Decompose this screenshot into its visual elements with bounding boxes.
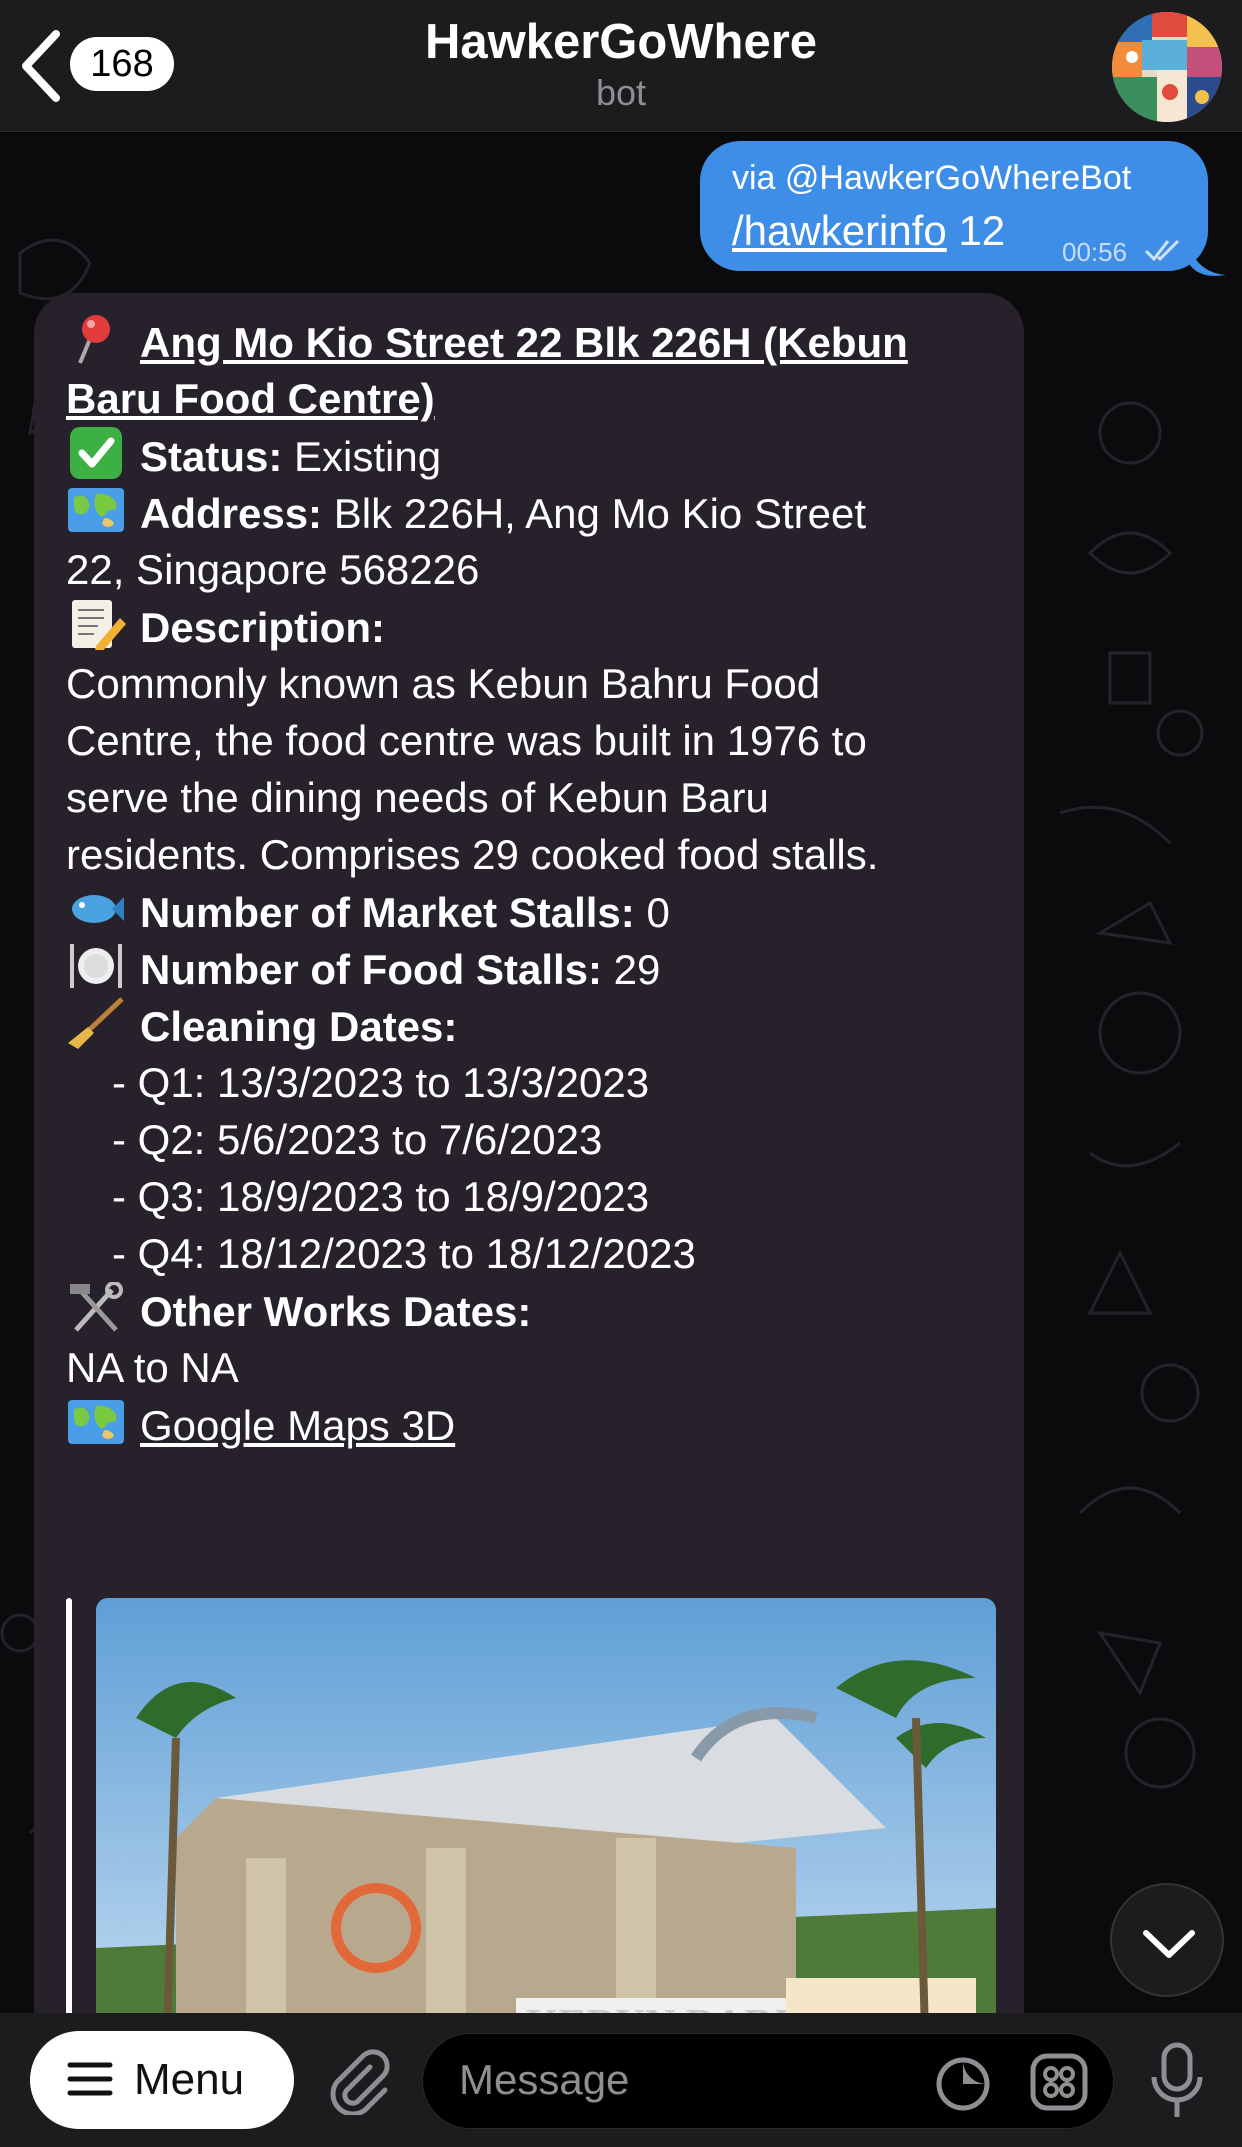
- status-label: Status:: [140, 433, 283, 480]
- cleaning-heading: Cleaning Dates:: [66, 997, 457, 1055]
- paperclip-icon[interactable]: [326, 2049, 392, 2115]
- menu-label: Menu: [134, 2055, 245, 2104]
- other-works-heading: Other Works Dates:: [66, 1282, 531, 1340]
- description-heading: Description:: [66, 598, 385, 656]
- chat-header: 168 HawkerGoWhere bot: [0, 0, 1242, 132]
- sticker-icon[interactable]: [933, 2054, 993, 2114]
- cleaning-date: - Q4: 18/12/2023 to 18/12/2023: [112, 1230, 696, 1277]
- description-line: residents. Comprises 29 cooked food stal…: [66, 831, 879, 878]
- memo-icon: [72, 600, 126, 650]
- description-line: Commonly known as Kebun Bahru Food: [66, 660, 821, 707]
- food-stalls-line: Number of Food Stalls: 29: [66, 940, 660, 998]
- hamburger-menu-icon: [67, 2062, 113, 2096]
- world-map-icon: [68, 488, 124, 532]
- cleaning-date: - Q3: 18/9/2023 to 18/9/2023: [112, 1173, 650, 1220]
- bot-menu-button[interactable]: Menu: [30, 2031, 294, 2129]
- hawker-title-link-2[interactable]: Baru Food Centre): [66, 375, 435, 422]
- market-stalls-line: Number of Market Stalls: 0: [66, 883, 670, 941]
- status-line: Status: Existing: [66, 427, 441, 485]
- address-label: Address:: [140, 490, 323, 537]
- status-value: Existing: [282, 433, 442, 480]
- chat-area[interactable]: via @HawkerGoWhereBot /hawkerinfo 12 00:…: [0, 133, 1242, 2013]
- fork-knife-plate-icon: [70, 944, 122, 988]
- microphone-icon[interactable]: [1148, 2041, 1206, 2121]
- hawker-title-line-2: Baru Food Centre): [66, 370, 435, 427]
- mini-apps-grid-icon[interactable]: [1029, 2052, 1089, 2112]
- command-argument: 12: [946, 207, 1006, 254]
- world-map-icon: [68, 1400, 124, 1444]
- double-check-icon: [1144, 239, 1180, 262]
- address-value: Blk 226H, Ang Mo Kio Street: [322, 490, 867, 537]
- cleaning-label: Cleaning Dates:: [140, 1003, 458, 1050]
- hawker-title-line: Ang Mo Kio Street 22 Blk 226H (Kebun: [66, 313, 908, 371]
- message-input-bar: Menu: [0, 2013, 1242, 2147]
- message-input[interactable]: [459, 2052, 879, 2108]
- bot-avatar[interactable]: [1112, 12, 1222, 122]
- food-stalls-label: Number of Food Stalls:: [140, 946, 602, 993]
- command-link[interactable]: /hawkerinfo: [732, 207, 947, 254]
- cleaning-date: - Q1: 13/3/2023 to 13/3/2023: [112, 1059, 650, 1106]
- description-line: serve the dining needs of Kebun Baru: [66, 774, 769, 821]
- market-stalls-value: 0: [634, 889, 670, 936]
- maps-line: Google Maps 3D: [66, 1396, 455, 1454]
- scroll-down-button[interactable]: [1110, 1883, 1224, 1997]
- hammer-and-wrench-icon: [70, 1282, 123, 1332]
- link-preview-accent-bar: [66, 1598, 72, 2013]
- round-pushpin-icon: [78, 315, 110, 364]
- check-mark-button-icon: [70, 427, 122, 479]
- link-preview-image[interactable]: KEBUN BARU: [96, 1598, 996, 2013]
- google-maps-link[interactable]: Google Maps 3D: [140, 1402, 455, 1449]
- other-works-value: NA to NA: [66, 1344, 239, 1391]
- incoming-message[interactable]: Ang Mo Kio Street 22 Blk 226H (Kebun Bar…: [34, 293, 1024, 2013]
- food-stalls-value: 29: [602, 946, 661, 993]
- preview-image-sign: KEBUN BARU: [526, 2002, 805, 2013]
- message-field[interactable]: [422, 2033, 1114, 2129]
- other-works-label: Other Works Dates:: [140, 1288, 532, 1335]
- via-bot-label[interactable]: via @HawkerGoWhereBot: [732, 159, 1131, 198]
- cleaning-date: - Q2: 5/6/2023 to 7/6/2023: [112, 1116, 603, 1163]
- outgoing-message[interactable]: via @HawkerGoWhereBot /hawkerinfo 12 00:…: [700, 141, 1208, 271]
- description-line: Centre, the food centre was built in 197…: [66, 717, 867, 764]
- broom-icon: [68, 997, 124, 1049]
- message-time: 00:56: [1062, 237, 1128, 267]
- description-label: Description:: [140, 604, 386, 651]
- chat-title[interactable]: HawkerGoWhere: [0, 14, 1242, 70]
- address-line-2: 22, Singapore 568226: [66, 546, 480, 593]
- address-line: Address: Blk 226H, Ang Mo Kio Street: [66, 484, 866, 542]
- bubble-tail: [1190, 249, 1226, 276]
- command-text: /hawkerinfo 12: [732, 207, 1005, 255]
- hawker-title-link[interactable]: Ang Mo Kio Street 22 Blk 226H (Kebun: [140, 319, 908, 366]
- fish-icon: [72, 895, 124, 923]
- chevron-down-icon: [1143, 1930, 1195, 1958]
- market-stalls-label: Number of Market Stalls:: [140, 889, 635, 936]
- chat-subtitle: bot: [595, 72, 647, 113]
